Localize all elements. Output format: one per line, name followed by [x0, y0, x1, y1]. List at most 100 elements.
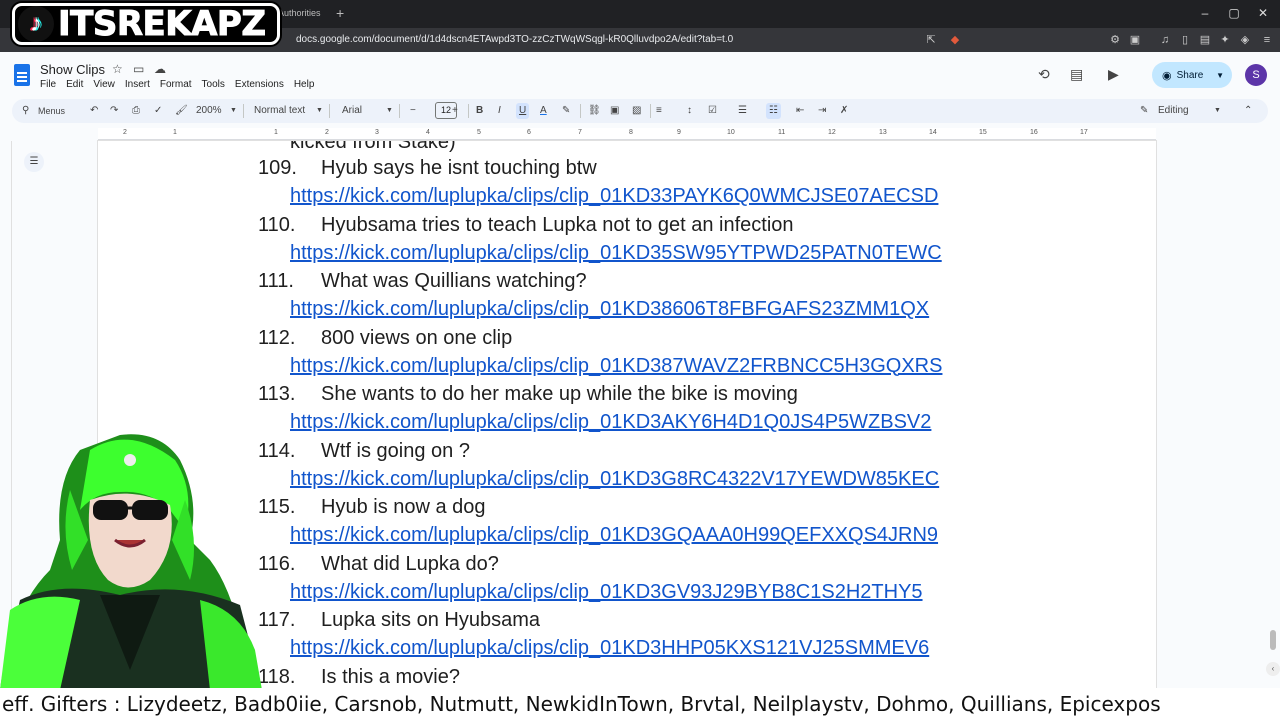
ruler-track[interactable]	[98, 128, 1156, 140]
share-page-icon[interactable]: ⇱	[924, 33, 938, 47]
decrease-indent-icon[interactable]: ⇤	[796, 103, 804, 119]
zoom-select[interactable]: 200%	[196, 103, 222, 119]
text-color-icon[interactable]: A	[540, 103, 547, 119]
clip-title[interactable]: What did Lupka do?	[321, 553, 499, 576]
chevron-down-icon[interactable]: ▼	[230, 103, 237, 119]
menus-search-label[interactable]: Menus	[38, 103, 65, 119]
url-field[interactable]: docs.google.com/document/d/1d4dscn4ETAwp…	[296, 34, 733, 45]
font-select[interactable]: Arial	[342, 103, 362, 119]
paint-format-icon[interactable]: 🖌	[175, 103, 188, 119]
comments-icon[interactable]: ▤	[1070, 66, 1083, 83]
close-window-icon[interactable]: ✕	[1254, 6, 1272, 20]
clip-link[interactable]: https://kick.com/luplupka/clips/clip_01K…	[290, 411, 931, 434]
menu-format[interactable]: Format	[160, 79, 192, 90]
clear-formatting-icon[interactable]: ✗	[840, 103, 848, 119]
clip-title[interactable]: Hyub says he isnt touching btw	[321, 157, 597, 180]
maximize-icon[interactable]: ▢	[1225, 6, 1243, 20]
ruler-number: 14	[929, 129, 937, 136]
version-history-icon[interactable]: ⟲	[1038, 66, 1050, 83]
chevron-down-icon[interactable]: ▼	[386, 103, 393, 119]
bullet-list-icon[interactable]: ☰	[738, 103, 747, 119]
meet-icon[interactable]: ▶	[1108, 66, 1119, 83]
clip-title[interactable]: What was Quillians watching?	[321, 270, 587, 293]
cloud-status-icon[interactable]: ☁	[154, 62, 166, 76]
chevron-down-icon[interactable]: ▼	[1214, 103, 1221, 119]
spellcheck-icon[interactable]: ✓	[154, 103, 162, 119]
clip-title[interactable]: Wtf is going on ?	[321, 440, 470, 463]
checklist-icon[interactable]: ☑	[708, 103, 717, 119]
clip-title[interactable]: Hyubsama tries to teach Lupka not to get…	[321, 214, 794, 237]
sidebar-icon[interactable]: ▯	[1178, 33, 1192, 47]
menu-icon[interactable]: ≡	[1260, 33, 1274, 47]
wallet-icon[interactable]: ▤	[1198, 33, 1212, 47]
italic-icon[interactable]: I	[498, 103, 501, 119]
clip-title[interactable]: She wants to do her make up while the bi…	[321, 383, 798, 406]
undo-icon[interactable]: ↶	[90, 103, 98, 119]
bold-icon[interactable]: B	[476, 103, 483, 119]
collapse-icon[interactable]: ⌃	[1244, 103, 1252, 119]
menu-extensions[interactable]: Extensions	[235, 79, 284, 90]
align-icon[interactable]: ≡	[656, 103, 662, 119]
avatar[interactable]: S	[1245, 64, 1267, 86]
star-icon[interactable]: ☆	[112, 62, 123, 76]
ai-icon[interactable]: ✦	[1218, 33, 1232, 47]
ruler-number: 2	[123, 129, 127, 136]
clip-link[interactable]: https://kick.com/luplupka/clips/clip_01K…	[290, 242, 942, 265]
docs-header: Show Clips ☆ ▭ ☁ File Edit View Insert F…	[0, 52, 1280, 98]
move-folder-icon[interactable]: ▭	[133, 62, 144, 76]
menu-file[interactable]: File	[40, 79, 56, 90]
chevron-down-icon[interactable]: ▼	[316, 103, 323, 119]
new-tab-button[interactable]: +	[336, 5, 344, 21]
browser-tab-title[interactable]: Authorities	[278, 8, 321, 18]
clip-link[interactable]: https://kick.com/luplupka/clips/clip_01K…	[290, 355, 942, 378]
minimize-icon[interactable]: –	[1196, 6, 1214, 20]
search-icon[interactable]: ⚲	[22, 103, 29, 119]
horizontal-ruler: 2 1 1 2 3 4 5 6 7 8 9 10 11 12 13 14 15 …	[0, 125, 1280, 141]
image-icon[interactable]: ▨	[632, 103, 641, 119]
extension-icon[interactable]: ▣	[1128, 33, 1142, 47]
print-icon[interactable]: ⎙	[132, 103, 140, 119]
list-number: 112.	[258, 326, 296, 349]
document-title[interactable]: Show Clips	[40, 62, 105, 77]
menu-tools[interactable]: Tools	[202, 79, 225, 90]
vpn-icon[interactable]: ◈	[1238, 33, 1252, 47]
editing-mode-select[interactable]: Editing	[1158, 103, 1189, 119]
vtuber-avatar	[0, 434, 262, 690]
clip-link[interactable]: https://kick.com/luplupka/clips/clip_01K…	[290, 524, 938, 547]
clip-title[interactable]: Lupka sits on Hyubsama	[321, 609, 540, 632]
clip-title[interactable]: Hyub is now a dog	[321, 496, 486, 519]
style-select[interactable]: Normal text	[254, 103, 305, 119]
clip-link[interactable]: https://kick.com/luplupka/clips/clip_01K…	[290, 581, 923, 604]
increase-font-icon[interactable]: +	[452, 103, 458, 119]
menu-view[interactable]: View	[93, 79, 115, 90]
share-button[interactable]: ◉ Share ▼	[1152, 62, 1232, 88]
document-outline-icon[interactable]: ☰	[24, 152, 44, 172]
menu-edit[interactable]: Edit	[66, 79, 83, 90]
highlight-icon[interactable]: ✎	[562, 103, 570, 119]
docs-logo-icon[interactable]	[14, 64, 30, 86]
music-icon[interactable]: ♫	[1158, 33, 1172, 47]
scrollbar[interactable]	[1270, 630, 1276, 650]
numbered-list-icon[interactable]: ☷	[766, 103, 781, 119]
decrease-font-icon[interactable]: −	[410, 103, 416, 119]
link-icon[interactable]: ⛓	[588, 103, 601, 119]
comment-icon[interactable]: ▣	[610, 103, 619, 119]
clip-link[interactable]: https://kick.com/luplupka/clips/clip_01K…	[290, 637, 929, 660]
underline-icon[interactable]: U	[516, 103, 530, 119]
clip-title[interactable]: Is this a movie?	[321, 666, 460, 689]
brave-shield-icon[interactable]: ◆	[948, 33, 962, 47]
extension-icon[interactable]: ⚙	[1108, 33, 1122, 47]
clip-link[interactable]: https://kick.com/luplupka/clips/clip_01K…	[290, 468, 939, 491]
increase-indent-icon[interactable]: ⇥	[818, 103, 826, 119]
menu-help[interactable]: Help	[294, 79, 315, 90]
clip-link[interactable]: https://kick.com/luplupka/clips/clip_01K…	[290, 298, 929, 321]
side-panel-toggle-icon[interactable]: ‹	[1266, 662, 1280, 676]
clip-title[interactable]: 800 views on one clip	[321, 327, 512, 350]
line-spacing-icon[interactable]: ↕	[687, 103, 692, 119]
clip-link[interactable]: https://kick.com/luplupka/clips/clip_01K…	[290, 185, 938, 208]
redo-icon[interactable]: ↷	[110, 103, 118, 119]
globe-icon: ◉	[1162, 69, 1172, 82]
menu-insert[interactable]: Insert	[125, 79, 150, 90]
ruler-number: 13	[879, 129, 887, 136]
chevron-down-icon[interactable]: ▼	[1216, 71, 1224, 80]
